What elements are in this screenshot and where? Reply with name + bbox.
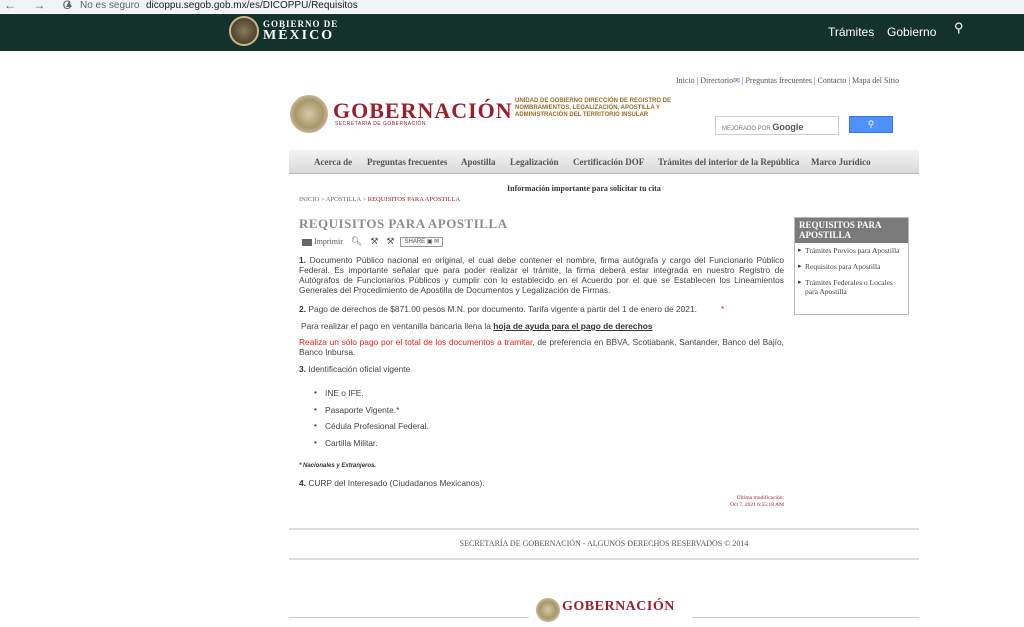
payment-form-link[interactable]: hoja de ayuda para el pago de derechos bbox=[493, 321, 652, 331]
page-title: REQUISITOS PARA APOSTILLA bbox=[299, 216, 508, 231]
list-item: INE o IFE. bbox=[314, 387, 429, 405]
search-icon: ⚲ bbox=[867, 119, 875, 129]
req-number: 2. bbox=[299, 304, 306, 314]
print-icon[interactable] bbox=[302, 238, 312, 246]
menu-preguntas[interactable]: Preguntas frecuentes bbox=[367, 157, 447, 167]
requirement-3: 3. Identificación oficial vigente bbox=[299, 364, 784, 374]
unidad-description: UNIDAD DE GOBIERNO DIRECCIÓN DE REGISTRO… bbox=[515, 98, 672, 118]
last-modified: Última modificación: Oct 7, 2021 6:55:18… bbox=[700, 495, 784, 509]
payment-help-text: Para realizar el pago en ventanilla banc… bbox=[301, 321, 491, 331]
menu-acerca[interactable]: Acerca de bbox=[314, 157, 352, 167]
req-text: Identificación oficial vigente bbox=[308, 364, 411, 374]
menu-apostilla[interactable]: Apostilla bbox=[461, 157, 496, 167]
breadcrumb-apostilla[interactable]: APOSTILLA bbox=[326, 196, 361, 203]
list-item: Pasaporte Vigente.* bbox=[314, 404, 429, 422]
zoom-reset-icon[interactable]: ⚒ bbox=[370, 236, 378, 247]
req-text: CURP del Interesado (Ciudadanos Mexicano… bbox=[308, 478, 485, 488]
footer-gobernacion-title: GOBERNACIÓN bbox=[562, 599, 675, 614]
main-menu: Acerca de Preguntas frecuentes Apostilla… bbox=[289, 150, 919, 174]
req-text: Pago de derechos de $871.00 pesos M.N. p… bbox=[308, 304, 697, 314]
list-item: Cédula Profesional Federal. bbox=[314, 420, 429, 438]
link-contacto[interactable]: Contacto bbox=[818, 76, 847, 85]
warning-icon: ▲ bbox=[64, 0, 74, 10]
menu-legalizacion[interactable]: Legalización bbox=[510, 157, 559, 167]
link-preguntas[interactable]: Preguntas frecuentes bbox=[745, 76, 811, 85]
zoom-in-icon[interactable]: ⚒ bbox=[386, 236, 394, 247]
side-item-tramites-federales[interactable]: Trámites Federales o Locales para Aposti… bbox=[795, 275, 908, 296]
side-item-requisitos[interactable]: Requisitos para Apostilla bbox=[795, 259, 908, 271]
list-item: Cartilla Militar. bbox=[314, 437, 429, 455]
side-navigation: REQUISITOS PARA APOSTILLA Trámites Previ… bbox=[794, 217, 909, 315]
menu-certificacion-dof[interactable]: Certificación DOF bbox=[573, 157, 644, 167]
link-inicio[interactable]: Inicio bbox=[676, 76, 695, 85]
print-link[interactable]: Imprimir bbox=[314, 237, 343, 246]
menu-marco-juridico[interactable]: Marco Jurídico bbox=[811, 157, 871, 167]
url-field[interactable]: dicoppu.segob.gob.mx/es/DICOPPU/Requisit… bbox=[146, 0, 358, 11]
last-modified-label: Última modificación: bbox=[736, 495, 784, 501]
footer-divider bbox=[289, 558, 919, 560]
payment-banks: Realiza un sólo pago por el total de los… bbox=[299, 337, 784, 357]
share-button[interactable]: SHARE ▣ ✉ bbox=[400, 237, 444, 248]
footnote: * Nacionales y Extranjeros. bbox=[299, 463, 377, 469]
gobernacion-subtitle: SECRETARÍA DE GOBERNACIÓN bbox=[335, 121, 427, 127]
gov-line2: MÉXICO bbox=[263, 28, 335, 43]
browser-address-bar: ← → C ▲ No es seguro dicoppu.segob.gob.m… bbox=[0, 0, 1024, 13]
menu-tramites-interior[interactable]: Trámites del interior de la República bbox=[658, 157, 799, 167]
gov-mexico-logo[interactable] bbox=[229, 16, 259, 46]
req-number: 1. bbox=[299, 255, 306, 265]
requirement-1: 1. Documento Público nacional en origina… bbox=[299, 255, 784, 295]
req-number: 3. bbox=[299, 364, 306, 374]
footer-rights: SECRETARÍA DE GOBERNACIÓN - ALGUNOS DERE… bbox=[459, 539, 749, 548]
breadcrumb: INICIO > APOSTILLA > REQUISITOS PARA APO… bbox=[299, 196, 461, 203]
payment-warning: Realiza un sólo pago por el total de los… bbox=[299, 337, 533, 347]
email-icon: ✉ bbox=[733, 76, 740, 85]
security-status[interactable]: No es seguro bbox=[80, 0, 139, 11]
search-input[interactable]: MEJORADO POR Google bbox=[715, 116, 839, 135]
last-modified-date: Oct 7, 2021 6:55:18 AM bbox=[730, 502, 784, 508]
breadcrumb-current: REQUISITOS PARA APOSTILLA bbox=[367, 196, 461, 203]
link-mapa[interactable]: Mapa del Sitio bbox=[852, 76, 899, 85]
footer-line bbox=[692, 617, 919, 618]
asterisk-mark: * bbox=[720, 304, 725, 314]
zoom-out-icon[interactable]: 🔍︎ bbox=[351, 236, 362, 247]
search-placeholder: MEJORADO POR bbox=[722, 126, 771, 132]
id-list: INE o IFE. Pasaporte Vigente.* Cédula Pr… bbox=[314, 387, 429, 455]
page-tools: Imprimir 🔍︎ ⚒ ⚒ SHARE ▣ ✉ bbox=[302, 236, 444, 248]
nav-gobierno[interactable]: Gobierno bbox=[887, 25, 936, 39]
footer-seal-logo bbox=[536, 598, 560, 622]
info-cita-link[interactable]: Información importante para solicitar tu… bbox=[507, 184, 661, 193]
link-directorio[interactable]: Directorio bbox=[700, 76, 733, 85]
nav-tramites[interactable]: Trámites bbox=[828, 25, 874, 39]
side-item-tramites-previos[interactable]: Trámites Previos para Apostilla bbox=[795, 243, 908, 255]
footer-divider bbox=[289, 528, 919, 530]
gobernacion-seal-logo[interactable] bbox=[290, 95, 328, 133]
payment-help: Para realizar el pago en ventanilla banc… bbox=[301, 321, 786, 331]
req-text: Documento Público nacional en original, … bbox=[299, 255, 784, 295]
gov-mexico-wordmark[interactable]: GOBIERNO DE MÉXICO bbox=[263, 19, 338, 44]
side-navigation-title: REQUISITOS PARA APOSTILLA bbox=[795, 218, 908, 243]
share-label: SHARE bbox=[404, 239, 426, 246]
google-brand: Google bbox=[772, 122, 804, 132]
google-search-box: MEJORADO POR Google ⚲ bbox=[711, 108, 901, 144]
requirement-4: 4. CURP del Interesado (Ciudadanos Mexic… bbox=[299, 478, 784, 488]
footer-line bbox=[289, 617, 529, 618]
requirement-2: 2. Pago de derechos de $871.00 pesos M.N… bbox=[299, 304, 784, 314]
gov-header-bar: GOBIERNO DE MÉXICO Trámites Gobierno ⚲ bbox=[0, 14, 1024, 51]
search-button[interactable]: ⚲ bbox=[849, 116, 893, 133]
req-number: 4. bbox=[299, 478, 306, 488]
search-icon[interactable]: ⚲ bbox=[954, 20, 964, 36]
breadcrumb-inicio[interactable]: INICIO bbox=[299, 196, 319, 203]
utility-links: Inicio | Directorio✉ | Preguntas frecuen… bbox=[676, 76, 900, 85]
